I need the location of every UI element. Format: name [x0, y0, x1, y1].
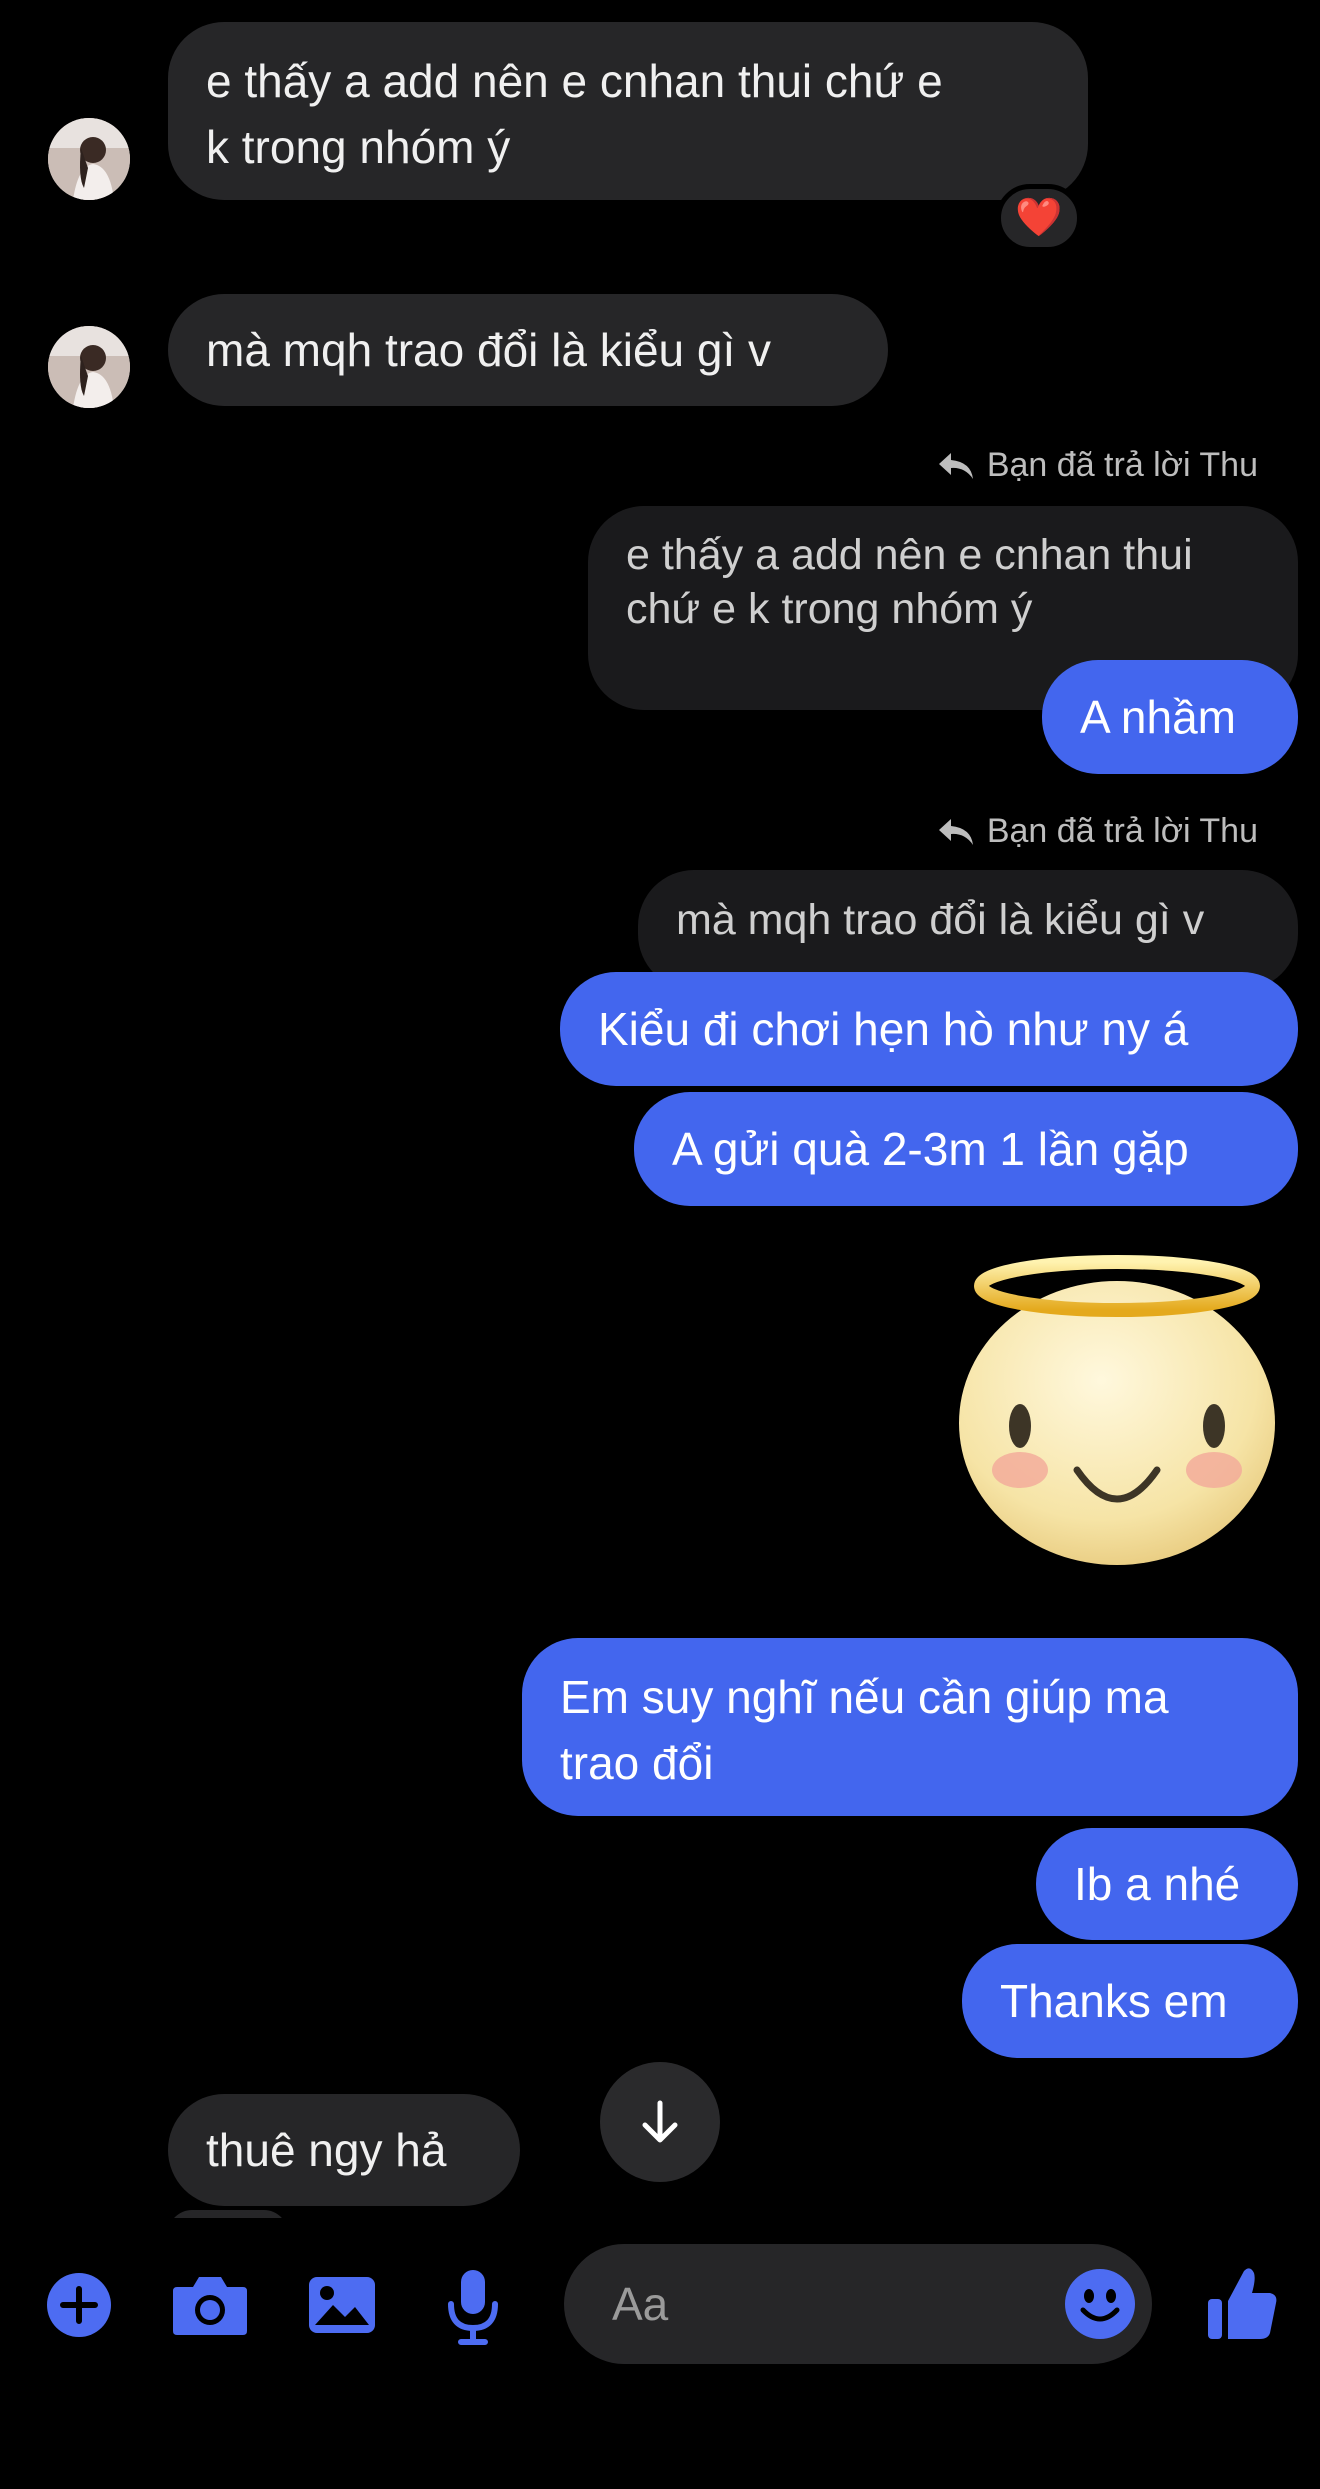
gallery-button[interactable]: [304, 2270, 380, 2340]
image-icon: [309, 2277, 375, 2333]
avatar[interactable]: [48, 326, 130, 408]
message-input-placeholder: Aa: [612, 2278, 669, 2330]
like-button[interactable]: [1200, 2258, 1284, 2348]
composer-bar: Aa: [0, 2218, 1320, 2489]
camera-button[interactable]: [170, 2270, 250, 2340]
emoji-button[interactable]: [1060, 2264, 1140, 2344]
plus-button[interactable]: [44, 2270, 114, 2340]
microphone-icon: [448, 2270, 498, 2345]
outgoing-message-bubble[interactable]: Ib a nhé: [1036, 1828, 1298, 1940]
plus-icon: [47, 2273, 111, 2337]
incoming-message-bubble[interactable]: thuê ngy hả: [168, 2094, 520, 2206]
emoji-icon: [1065, 2269, 1135, 2339]
avatar[interactable]: [48, 118, 130, 200]
reply-label: Bạn đã trả lời Thu: [986, 812, 1258, 850]
outgoing-message-bubble[interactable]: Kiểu đi chơi hẹn hò như ny á: [560, 972, 1298, 1086]
reaction-badge[interactable]: ❤️: [996, 184, 1082, 252]
arrow-down-icon: [642, 2100, 678, 2143]
voice-button[interactable]: [440, 2264, 506, 2348]
message-input[interactable]: Aa: [564, 2244, 1152, 2364]
reply-label: Bạn đã trả lời Thu: [986, 446, 1258, 484]
incoming-message-bubble[interactable]: e thấy a add nên e cnhan thui chứ e k tr…: [168, 22, 1088, 200]
reply-indicator: Bạn đã trả lời Thu: [937, 812, 1258, 851]
outgoing-message-bubble[interactable]: Em suy nghĩ nếu cần giúp ma trao đổi: [522, 1638, 1298, 1816]
outgoing-message-bubble[interactable]: A nhầm: [1042, 660, 1298, 774]
angel-smile-sticker[interactable]: [952, 1248, 1282, 1570]
heart-reaction-icon: ❤️: [1015, 197, 1063, 239]
incoming-message-bubble[interactable]: mà mqh trao đổi là kiểu gì v: [168, 294, 888, 406]
reply-indicator: Bạn đã trả lời Thu: [937, 446, 1258, 485]
outgoing-message-bubble[interactable]: Thanks em: [962, 1944, 1298, 2058]
reply-arrow-icon: [938, 452, 973, 479]
camera-icon: [173, 2277, 247, 2335]
thumbs-up-icon: [1208, 2268, 1277, 2339]
scroll-to-bottom-button[interactable]: [600, 2062, 720, 2182]
outgoing-message-bubble[interactable]: A gửi quà 2-3m 1 lần gặp: [634, 1092, 1298, 1206]
reply-arrow-icon: [938, 818, 973, 845]
